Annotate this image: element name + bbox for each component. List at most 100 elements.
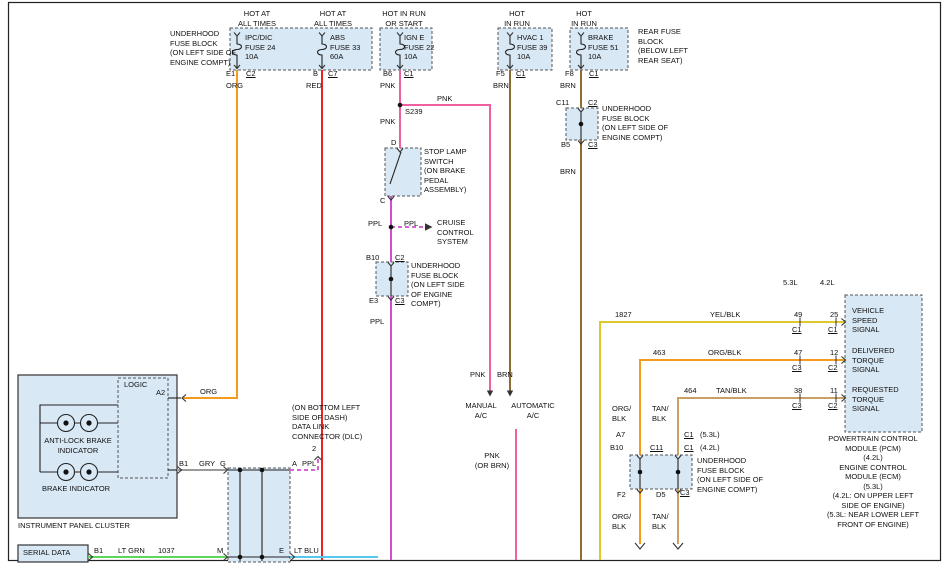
vehicle-speed-signal-label: VEHICLE SPEED SIGNAL (852, 306, 884, 335)
stop-lamp-switch-box (385, 148, 421, 196)
splice-s239-label: S239 (405, 107, 423, 117)
cruise-control-label: CRUISE CONTROL SYSTEM (437, 218, 474, 247)
wire-brn-label-3: BRN (560, 167, 576, 177)
pin-a: A (292, 459, 297, 469)
dlc-label: (ON BOTTOM LEFT SIDE OF DASH) DATA LINK … (292, 403, 362, 441)
delivered-torque-signal-label: DELIVERED TORQUE SIGNAL (852, 346, 895, 375)
pin-25: 25 (830, 310, 838, 320)
auto-ac-arrow (507, 391, 513, 397)
cruise-arrow (425, 223, 433, 231)
manual-ac-label: MANUAL A/C (461, 401, 501, 420)
wiring-diagram: HOT AT ALL TIMES HOT AT ALL TIMES HOT IN… (0, 0, 943, 563)
antilock-indicator-label: ANTI-LOCK BRAKE INDICATOR (33, 436, 123, 455)
circuit-1037: 1037 (158, 546, 175, 556)
wire-orgblk-label-3: ORG/ BLK (612, 512, 631, 531)
wire-ppl-label-4: PPL (302, 459, 316, 469)
pin-f5: F5 (496, 69, 505, 79)
power-label-1: HOT AT ALL TIMES (234, 9, 280, 28)
fuse-24-label: IPC/DIC FUSE 24 10A (245, 33, 275, 62)
engine-42-label: 4.2L (820, 278, 835, 288)
wire-pnk-label-2: PNK (437, 94, 452, 104)
connector-c2: C2 (395, 253, 405, 263)
underhood-fuse-block-mid-label: UNDERHOOD FUSE BLOCK (ON LEFT SIDE OF EN… (411, 261, 465, 309)
pin-e: E (279, 546, 284, 556)
wire-ltblu-label: LT BLU (294, 546, 319, 556)
diagram-canvas (0, 0, 943, 563)
logic-label: LOGIC (124, 380, 147, 390)
connector-c2: C2 (246, 69, 256, 79)
pin-12: 12 (830, 348, 838, 358)
pin-2: 2 (312, 444, 316, 454)
wire-tanblk-label: TAN/BLK (716, 386, 747, 396)
connector-c1: C1 (589, 69, 599, 79)
wire-orgblk-label-2: ORG/ BLK (612, 404, 631, 423)
connector-c1: C1 (404, 69, 414, 79)
fuse-51-label: BRAKE FUSE 51 10A (588, 33, 618, 62)
wire-ppl-label-1: PPL (368, 219, 382, 229)
wire-brn-label-1: BRN (493, 81, 509, 91)
wire-yelblk-label: YEL/BLK (710, 310, 740, 320)
connector-c1: C1 (684, 443, 694, 453)
wire-pnk-label-4: PNK (470, 370, 485, 380)
circuit-1827: 1827 (615, 310, 632, 320)
component-boxes (18, 28, 922, 562)
connector-c2: C2 (828, 363, 838, 373)
wire-pnk-label-3: PNK (380, 117, 395, 127)
connector-c3: C3 (792, 363, 802, 373)
pin-c: C (380, 196, 385, 206)
power-label-4: HOT IN RUN (496, 9, 538, 28)
connector-c2: C2 (828, 401, 838, 411)
circuit-463: 463 (653, 348, 666, 358)
wire-brn-label-4: BRN (497, 370, 513, 380)
connector-c7: C7 (328, 69, 338, 79)
serial-data-label: SERIAL DATA (23, 548, 70, 558)
variant-53-label: (5.3L) (700, 430, 720, 440)
pin-f8: F8 (565, 69, 574, 79)
pin-b1: B1 (179, 459, 188, 469)
connector-c3: C3 (588, 140, 598, 150)
pin-11: 11 (830, 386, 838, 396)
variant-42-label: (4.2L) (700, 443, 720, 453)
wire-gry-label: GRY (199, 459, 215, 469)
wire-red-label: RED (306, 81, 322, 91)
connector-c1: C1 (684, 430, 694, 440)
underhood-fuse-block-pcm-label: UNDERHOOD FUSE BLOCK (ON LEFT SIDE OF EN… (697, 456, 763, 494)
pin-m: M (217, 546, 223, 556)
wire-ppl-label-2: PPL (404, 219, 418, 229)
stop-lamp-switch-label: STOP LAMP SWITCH (ON BRAKE PEDAL ASSEMBL… (424, 147, 467, 195)
power-label-2: HOT AT ALL TIMES (310, 9, 356, 28)
connector-c1: C1 (516, 69, 526, 79)
wire-tanblk-label-3: TAN/ BLK (652, 512, 669, 531)
wire-org-label-2: ORG (200, 387, 217, 397)
wire-tanblk-label-2: TAN/ BLK (652, 404, 669, 423)
pin-e1: E1 (226, 69, 235, 79)
wire-ltgrn-label: LT GRN (118, 546, 145, 556)
wire-pnk-or-brn-label: PNK (OR BRN) (464, 451, 520, 470)
wire-orgblk-label: ORG/BLK (708, 348, 741, 358)
pin-b5: B5 (561, 140, 570, 150)
pcm-caption: POWERTRAIN CONTROL MODULE (PCM) (4.2L) E… (808, 434, 938, 529)
pin-b1-serial: B1 (94, 546, 103, 556)
pin-c11: C11 (556, 98, 569, 108)
fuse-39-label: HVAC 1 FUSE 39 10A (517, 33, 547, 62)
pin-a2: A2 (156, 388, 165, 398)
pin-38: 38 (794, 386, 802, 396)
underhood-fuse-block-right-label: UNDERHOOD FUSE BLOCK (ON LEFT SIDE OF EN… (602, 104, 668, 142)
manual-ac-arrow (487, 391, 493, 397)
wire-org (183, 70, 237, 398)
pin-49: 49 (794, 310, 802, 320)
power-label-5: HOT IN RUN (563, 9, 605, 28)
splice-s239-dot (398, 103, 403, 108)
brake-indicator-label: BRAKE INDICATOR (42, 484, 110, 494)
requested-torque-signal-label: REQUESTED TORQUE SIGNAL (852, 385, 899, 414)
connector-c3: C3 (680, 488, 690, 498)
pin-f2: F2 (617, 490, 626, 500)
connector-c1: C1 (828, 325, 838, 335)
connector-c2: C2 (588, 98, 598, 108)
wire-brn-label-2: BRN (560, 81, 576, 91)
rear-fuse-block-label: REAR FUSE BLOCK (BELOW LEFT REAR SEAT) (638, 27, 688, 65)
wire-pnk-label-1: PNK (380, 81, 395, 91)
pin-b10: B10 (366, 253, 379, 263)
fuse-22-label: IGN E FUSE 22 10A (404, 33, 434, 62)
automatic-ac-label: AUTOMATIC A/C (506, 401, 560, 420)
